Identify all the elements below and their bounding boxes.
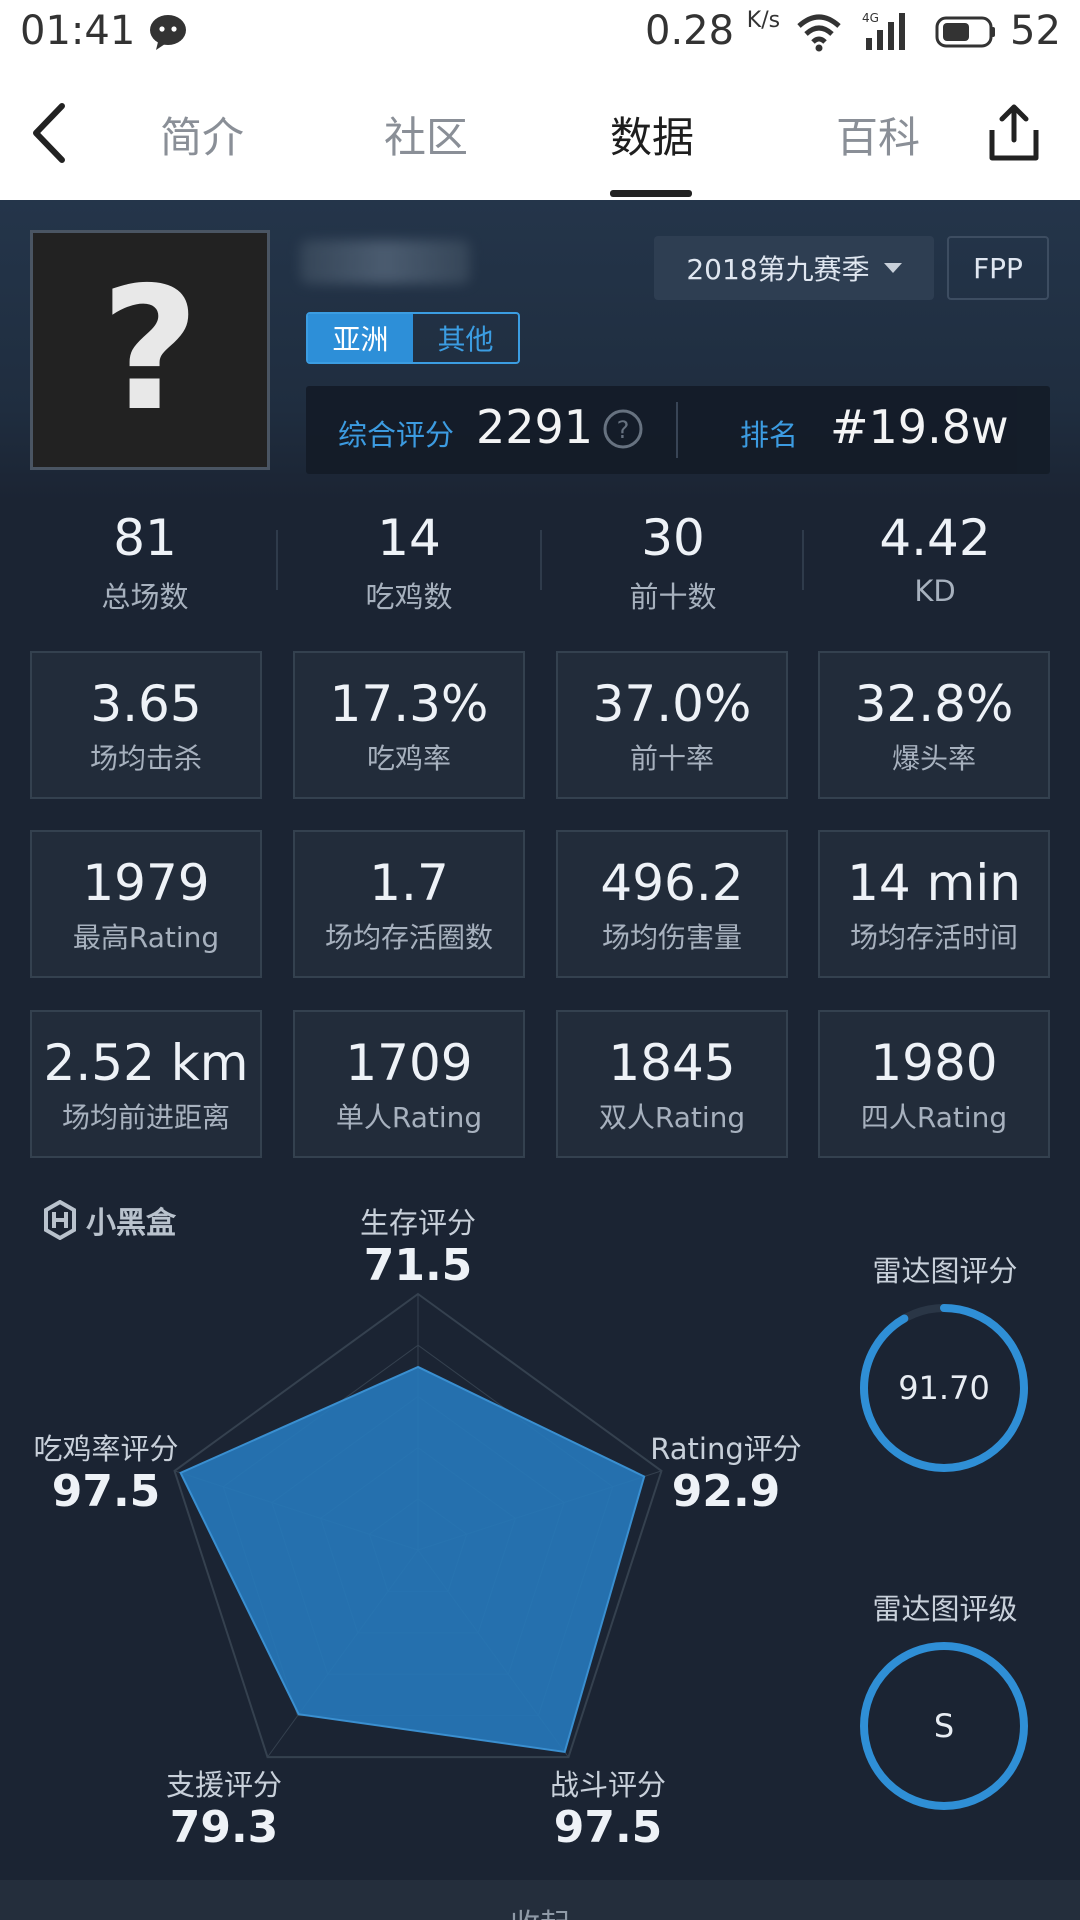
axis-label-win-rate: 吃鸡率评分 bbox=[33, 1432, 179, 1466]
axis-label-rating: Rating评分 bbox=[650, 1432, 802, 1466]
blurred-player-name bbox=[300, 240, 470, 284]
wifi-icon bbox=[797, 14, 841, 52]
overall-score-label: 综合评分 bbox=[338, 418, 455, 452]
stat-card-max-rating: 1979 最高Rating bbox=[30, 830, 262, 978]
top-nav: 简介 社区 数据 百科 bbox=[0, 66, 1080, 200]
collapse-label: 收起 bbox=[510, 1900, 570, 1920]
overall-score-value: 2291 bbox=[476, 400, 594, 454]
network-speed: 0.28 K/s bbox=[645, 8, 781, 54]
fpp-mode-button[interactable]: FPP bbox=[947, 236, 1049, 300]
stat-card-top10-rate: 37.0% 前十率 bbox=[556, 651, 788, 799]
stat-card-avg-distance: 2.52 km 场均前进距离 bbox=[30, 1010, 262, 1158]
tab-community[interactable]: 社区 bbox=[356, 104, 496, 165]
stat-total-games: 81 总场数 bbox=[101, 509, 189, 614]
status-time: 01:41 bbox=[20, 8, 136, 54]
status-bar: 01:41 0.28 K/s 4G 52 bbox=[0, 0, 1080, 66]
stat-card-solo-rating: 1709 单人Rating bbox=[293, 1010, 525, 1158]
collapse-button[interactable]: 收起 bbox=[0, 1880, 1080, 1920]
radar-grade-title: 雷达图评级 bbox=[872, 1592, 1018, 1626]
chevron-down-icon bbox=[883, 263, 902, 273]
score-rank-bar: 综合评分 2291 ? 排名 #19.8w bbox=[306, 386, 1050, 474]
stat-card-avg-damage: 496.2 场均伤害量 bbox=[556, 830, 788, 978]
svg-text:4G: 4G bbox=[862, 11, 879, 25]
stat-card-squad-rating: 1980 四人Rating bbox=[818, 1010, 1050, 1158]
stat-top10: 30 前十数 bbox=[629, 509, 717, 614]
active-tab-indicator bbox=[610, 190, 692, 197]
tab-intro[interactable]: 简介 bbox=[132, 104, 272, 165]
battery-level: 52 bbox=[1010, 8, 1061, 54]
svg-text:?: ? bbox=[617, 416, 630, 444]
stat-card-avg-survival-time: 14 min 场均存活时间 bbox=[818, 830, 1050, 978]
back-arrow-icon[interactable] bbox=[24, 98, 74, 168]
stat-kd: 4.42 KD bbox=[879, 509, 991, 608]
axis-value-combat: 97.5 bbox=[553, 1802, 663, 1853]
axis-label-combat: 战斗评分 bbox=[549, 1768, 666, 1802]
axis-label-survival: 生存评分 bbox=[359, 1206, 476, 1240]
radar-grade-value: S bbox=[933, 1707, 955, 1745]
radar-score-title: 雷达图评分 bbox=[872, 1254, 1018, 1288]
battery-icon bbox=[935, 16, 995, 48]
stat-wins: 14 吃鸡数 bbox=[365, 509, 453, 614]
help-icon[interactable]: ? bbox=[602, 408, 644, 450]
rank-label: 排名 bbox=[740, 418, 799, 452]
radar-score-value: 91.70 bbox=[898, 1369, 990, 1407]
tab-wiki[interactable]: 百科 bbox=[808, 104, 948, 165]
stat-card-duo-rating: 1845 双人Rating bbox=[556, 1010, 788, 1158]
axis-value-win-rate: 97.5 bbox=[51, 1466, 161, 1517]
axis-value-survival: 71.5 bbox=[363, 1240, 473, 1291]
avatar-placeholder-icon: ? bbox=[100, 251, 200, 449]
divider bbox=[676, 402, 678, 458]
stat-card-avg-kills: 3.65 场均击杀 bbox=[30, 651, 262, 799]
share-icon[interactable] bbox=[986, 102, 1042, 164]
axis-value-support: 79.3 bbox=[169, 1802, 279, 1853]
avatar[interactable]: ? bbox=[30, 230, 270, 470]
axis-label-support: 支援评分 bbox=[165, 1768, 282, 1802]
region-other[interactable]: 其他 bbox=[413, 314, 518, 362]
season-dropdown[interactable]: 2018第九赛季 bbox=[654, 236, 934, 300]
season-dropdown-value: 2018第九赛季 bbox=[686, 253, 870, 286]
stat-card-avg-circles: 1.7 场均存活圈数 bbox=[293, 830, 525, 978]
wechat-icon bbox=[150, 15, 186, 50]
stat-card-win-rate: 17.3% 吃鸡率 bbox=[293, 651, 525, 799]
region-asia[interactable]: 亚洲 bbox=[308, 314, 413, 362]
stat-card-headshot-rate: 32.8% 爆头率 bbox=[818, 651, 1050, 799]
rank-value: #19.8w bbox=[830, 400, 1009, 454]
tab-data[interactable]: 数据 bbox=[582, 104, 722, 165]
axis-value-rating: 92.9 bbox=[671, 1466, 781, 1517]
signal-icon: 4G bbox=[862, 11, 905, 50]
region-toggle: 亚洲 其他 bbox=[306, 312, 520, 364]
radar-area bbox=[179, 1365, 646, 1754]
